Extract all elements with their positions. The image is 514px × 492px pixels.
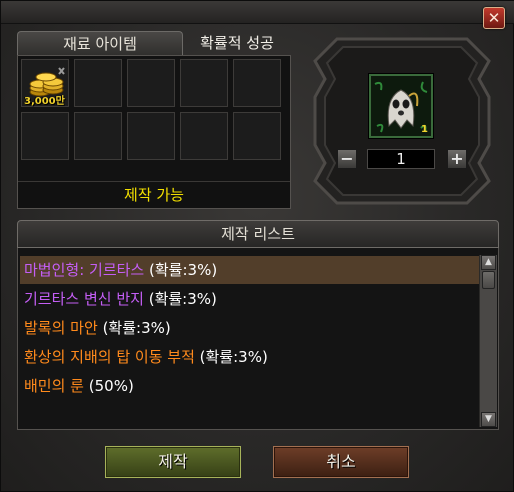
- cancel-button[interactable]: 취소: [273, 446, 409, 478]
- craft-list-item[interactable]: 기르타스 변신 반지 (확률:3%): [20, 285, 480, 313]
- craft-status: 제작 가능: [18, 181, 290, 208]
- craft-list-header: 제작 리스트: [17, 220, 499, 248]
- material-panel: 3,000만 제작 가능: [17, 55, 291, 209]
- craft-list: 마법인형: 기르타스 (확률:3%) 기르타스 변신 반지 (확률:3%) 발록…: [17, 248, 499, 430]
- material-slot-1[interactable]: 3,000만: [21, 59, 69, 107]
- scroll-thumb[interactable]: [482, 271, 495, 289]
- window-title-bar: [1, 1, 514, 24]
- craft-item-name: 환상의 지배의 탑 이동 부적: [24, 348, 195, 366]
- material-slot-5[interactable]: [233, 59, 281, 107]
- craft-item-name: 배민의 룬: [24, 377, 84, 395]
- quantity-input[interactable]: 1: [367, 149, 435, 169]
- craft-list-scrollbar[interactable]: ▲ ▼: [479, 255, 497, 427]
- increase-quantity-button[interactable]: +: [447, 149, 467, 169]
- tab-material-items[interactable]: 재료 아이템: [17, 31, 183, 56]
- material-slot-2[interactable]: [74, 59, 122, 107]
- craft-list-item[interactable]: 발록의 마안 (확률:3%): [20, 314, 480, 342]
- craft-item-rate: (확률:3%): [199, 348, 268, 366]
- material-slot-9[interactable]: [180, 112, 228, 160]
- material-quantity: 3,000만: [24, 96, 65, 107]
- material-slot-10[interactable]: [233, 112, 281, 160]
- craft-item-rate: (확률:3%): [148, 290, 217, 308]
- decrease-quantity-button[interactable]: −: [337, 149, 357, 169]
- craft-item-rate: (확률:3%): [102, 319, 171, 337]
- craft-item-rate: (확률:3%): [149, 261, 218, 279]
- craft-item-name: 마법인형: 기르타스: [24, 261, 145, 279]
- craft-item-rate: (50%): [88, 377, 134, 395]
- result-item-slot[interactable]: 1: [369, 74, 433, 138]
- scroll-up-button[interactable]: ▲: [481, 255, 496, 270]
- material-slot-7[interactable]: [74, 112, 122, 160]
- craft-list-item[interactable]: 마법인형: 기르타스 (확률:3%): [20, 256, 480, 284]
- craft-list-item[interactable]: 배민의 룬 (50%): [20, 372, 480, 400]
- craft-button[interactable]: 제작: [105, 446, 241, 478]
- craft-item-name: 기르타스 변신 반지: [24, 290, 144, 308]
- close-button[interactable]: ✕: [483, 7, 505, 29]
- scroll-down-button[interactable]: ▼: [481, 412, 496, 427]
- material-slot-6[interactable]: [21, 112, 69, 160]
- craft-list-item[interactable]: 환상의 지배의 탑 이동 부적 (확률:3%): [20, 343, 480, 371]
- material-slot-4[interactable]: [180, 59, 228, 107]
- material-slot-8[interactable]: [127, 112, 175, 160]
- result-item-count: 1: [421, 124, 428, 135]
- craft-item-name: 발록의 마안: [24, 319, 98, 337]
- material-slot-3[interactable]: [127, 59, 175, 107]
- tab-probability-success[interactable]: 확률적 성공: [185, 31, 289, 55]
- crafting-window: ✕ 재료 아이템 확률적 성공 3,000만 제작 가능 1 − 1 + 제작 …: [0, 0, 514, 492]
